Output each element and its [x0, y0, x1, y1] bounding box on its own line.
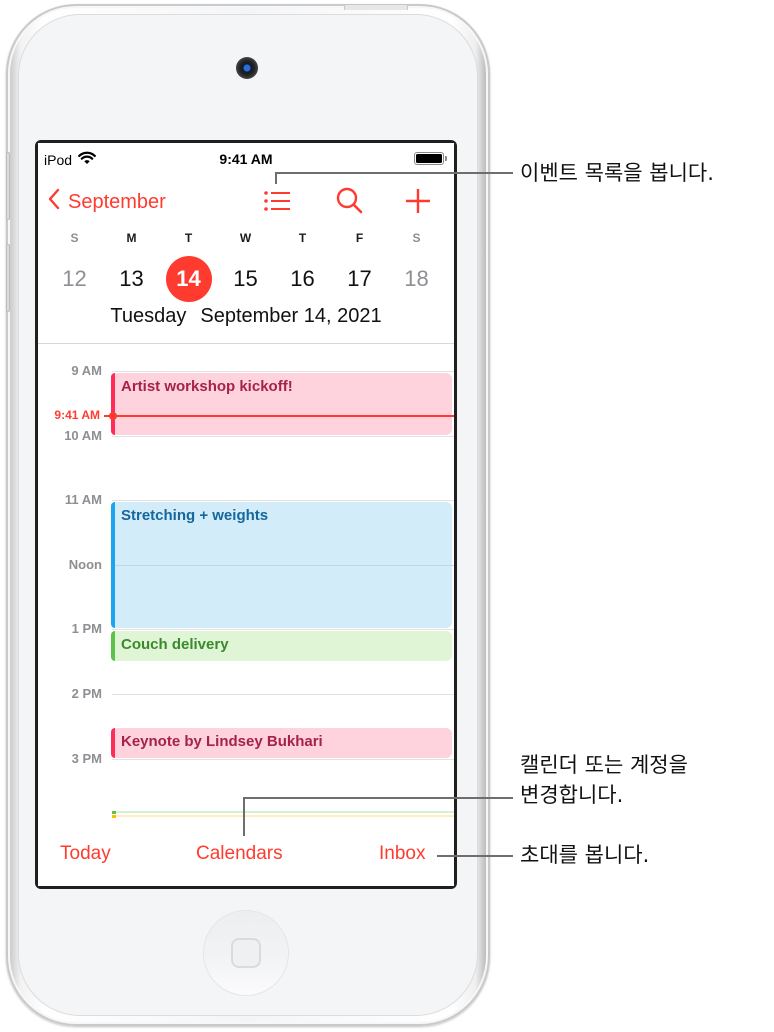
partial-event-marker: [112, 811, 116, 814]
day-timeline[interactable]: 9 AM 10 AM 11 AM Noon 1 PM 2 PM 3 PM Artist wor…: [38, 143, 454, 886]
callout-line-event-list-v: [275, 173, 277, 184]
event-title: Stretching + weights: [121, 507, 269, 525]
bottom-toolbar: Today Calendars Inbox: [38, 843, 454, 871]
callout-line-calendars-v: [243, 798, 245, 836]
event-title: Keynote by Lindsey Bukhari: [121, 733, 323, 751]
hour-gridline: [112, 435, 454, 437]
hour-label: 3 PM: [71, 750, 102, 766]
partial-event-line: [112, 815, 454, 817]
inbox-button[interactable]: Inbox: [379, 843, 425, 865]
hour-label: 10 AM: [64, 427, 102, 443]
hour-gridline: [112, 371, 454, 372]
volume-up-button: [6, 152, 10, 220]
event-block[interactable]: Keynote by Lindsey Bukhari: [111, 728, 452, 758]
calendar-screen: iPod 9:41 AM September S M T W T F S 12 …: [38, 143, 454, 886]
callout-inbox: 초대를 봅니다.: [520, 843, 650, 867]
event-title: Couch delivery: [121, 636, 229, 654]
callout-line-event-list-h: [275, 172, 513, 174]
hour-label: 9 AM: [71, 363, 102, 378]
current-time-dot: [109, 411, 117, 420]
hour-gridline: [112, 758, 454, 760]
home-button-square-icon: [231, 938, 261, 968]
current-time-line: [104, 415, 454, 417]
calendars-button[interactable]: Calendars: [196, 843, 283, 865]
callout-calendars-line1: 캘린더 또는 계정을: [520, 753, 688, 777]
hour-gridline: [112, 694, 454, 695]
callout-calendars: 캘린더 또는 계정을 변경합니다.: [520, 750, 688, 810]
today-button[interactable]: Today: [60, 843, 111, 865]
hour-gridline: [112, 629, 454, 631]
hour-gridline: [112, 500, 454, 502]
event-block[interactable]: Couch delivery: [111, 631, 452, 661]
callout-event-list: 이벤트 목록을 봅니다.: [520, 161, 714, 185]
event-calendar-color-bar: [111, 631, 115, 661]
hour-label: 2 PM: [71, 686, 102, 701]
noon-gridline-overlay: [112, 564, 454, 566]
event-calendar-color-bar: [111, 373, 115, 435]
event-calendar-color-bar: [111, 728, 115, 758]
callout-line-calendars-h: [243, 797, 513, 799]
volume-down-button: [6, 244, 10, 312]
callout-calendars-line2: 변경합니다.: [520, 783, 624, 807]
event-block[interactable]: Artist workshop kickoff!: [111, 373, 452, 435]
hour-label: 1 PM: [71, 621, 102, 637]
callout-line-inbox: [437, 855, 513, 857]
top-button: [344, 4, 408, 10]
hour-label: 11 AM: [64, 492, 102, 508]
event-title: Artist workshop kickoff!: [121, 378, 293, 395]
current-time-label: 9:41 AM: [54, 408, 100, 423]
partial-event-line: [112, 811, 454, 813]
partial-event-marker: [112, 815, 116, 818]
front-camera: [236, 57, 258, 79]
hour-label: Noon: [68, 556, 102, 572]
home-button[interactable]: [204, 911, 288, 995]
